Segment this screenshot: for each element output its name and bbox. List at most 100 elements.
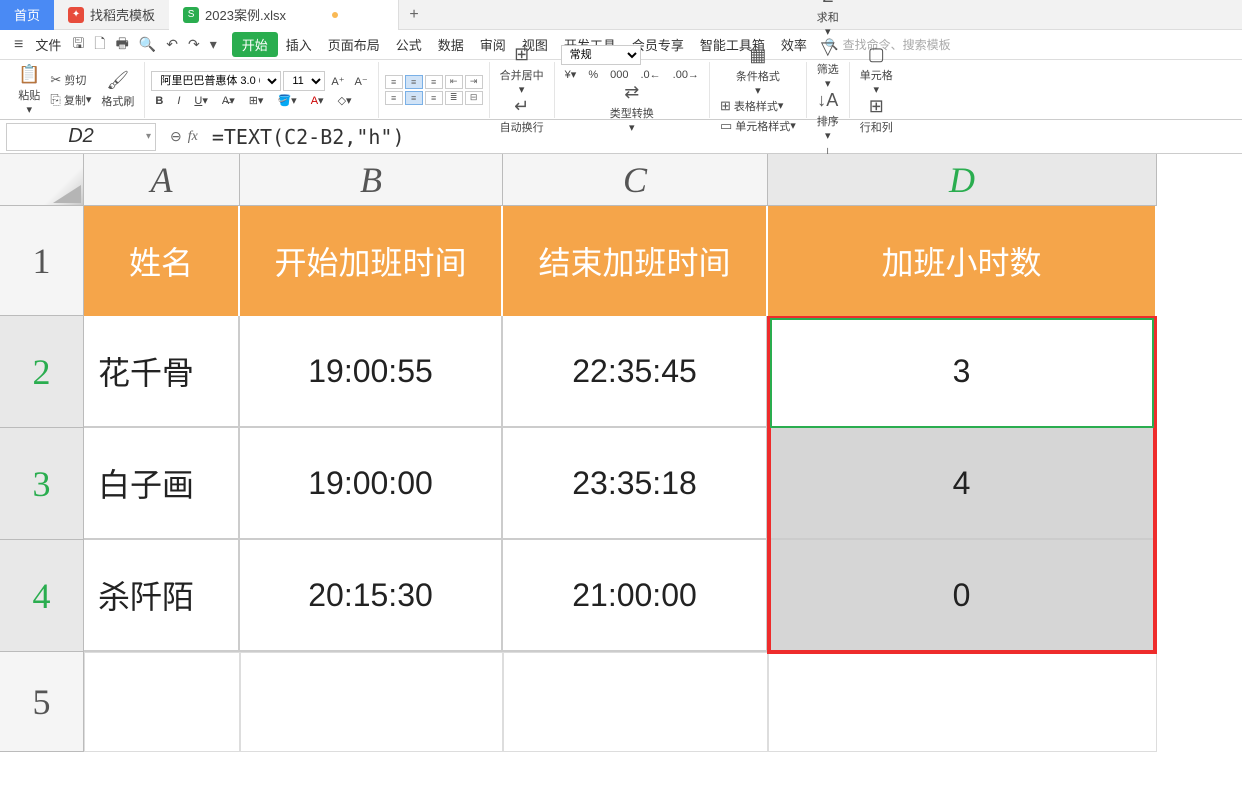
brush-icon: 🖌: [106, 70, 129, 91]
indent-increase[interactable]: ⇥: [465, 75, 483, 89]
tab-current-file[interactable]: S 2023案例.xlsx: [169, 0, 399, 30]
cell-C4[interactable]: 21:00:00: [503, 540, 768, 652]
align-center[interactable]: ≡: [405, 91, 423, 105]
cell-D2[interactable]: 3: [768, 316, 1157, 428]
filter-button[interactable]: ▽筛选▾: [813, 38, 843, 90]
row-header-1[interactable]: 1: [0, 206, 84, 316]
menu-data[interactable]: 数据: [430, 35, 472, 54]
font-grow-icon[interactable]: A⁺: [327, 74, 348, 89]
tab-home[interactable]: 首页: [0, 0, 54, 30]
table-style-button[interactable]: ⊞表格样式▾: [716, 97, 800, 115]
row-header-4[interactable]: 4: [0, 540, 84, 652]
decimal-dec-icon[interactable]: .00→: [669, 68, 703, 82]
align-top-center[interactable]: ≡: [405, 75, 423, 89]
align-top-left[interactable]: ≡: [385, 75, 403, 89]
select-all-corner[interactable]: [0, 154, 84, 206]
menu-page-layout[interactable]: 页面布局: [320, 35, 388, 54]
cancel-icon[interactable]: ⊖: [170, 128, 182, 145]
cell-D3[interactable]: 4: [768, 428, 1157, 540]
undo-icon[interactable]: ↶: [161, 36, 183, 53]
cell-B5[interactable]: [240, 652, 503, 752]
dropdown-icon[interactable]: ▾: [205, 36, 222, 53]
menu-start[interactable]: 开始: [232, 32, 278, 57]
unsaved-dot-icon: [332, 12, 338, 18]
cell-ops-button[interactable]: ▢单元格▾: [856, 44, 897, 96]
cell-D5[interactable]: [768, 652, 1157, 752]
cell-B1[interactable]: 开始加班时间: [240, 206, 503, 316]
menu-formula[interactable]: 公式: [388, 35, 430, 54]
print-icon[interactable]: 🖶: [111, 33, 134, 57]
fill-color-button[interactable]: 🪣▾: [273, 93, 300, 108]
cell-B3[interactable]: 19:00:00: [240, 428, 503, 540]
cell-A5[interactable]: [84, 652, 240, 752]
indent-decrease[interactable]: ⇤: [445, 75, 463, 89]
save-as-icon[interactable]: 🗋: [89, 33, 110, 57]
font-name-select[interactable]: 阿里巴巴普惠体 3.0 65: [151, 71, 281, 91]
font-shrink-icon[interactable]: A⁻: [351, 74, 372, 89]
decimal-inc-icon[interactable]: .0←: [636, 68, 664, 82]
cell-C2[interactable]: 22:35:45: [503, 316, 768, 428]
cell-A4[interactable]: 杀阡陌: [84, 540, 240, 652]
row-col-icon: ⊞: [869, 96, 884, 117]
cell-B2[interactable]: 19:00:55: [240, 316, 503, 428]
font-color-button[interactable]: A▾: [307, 93, 328, 108]
border-button[interactable]: ⊞▾: [245, 93, 268, 108]
align-top-right[interactable]: ≡: [425, 75, 443, 89]
cell-C3[interactable]: 23:35:18: [503, 428, 768, 540]
redo-icon[interactable]: ↷: [183, 36, 205, 53]
formula-input[interactable]: =TEXT(C2-B2,"h"): [206, 123, 1242, 151]
cell-C1[interactable]: 结束加班时间: [503, 206, 768, 316]
number-format-select[interactable]: 常规: [561, 45, 641, 65]
row-header-2[interactable]: 2: [0, 316, 84, 428]
cond-format-button[interactable]: ▦条件格式▾: [732, 45, 784, 97]
col-header-C[interactable]: C: [503, 154, 768, 206]
clipboard-group: 📋粘贴▾ ✂剪切 ⎘复制▾ 🖌格式刷: [8, 62, 145, 118]
menu-icon[interactable]: ≡: [8, 36, 29, 54]
row-header-3[interactable]: 3: [0, 428, 84, 540]
col-header-B[interactable]: B: [240, 154, 503, 206]
align-right[interactable]: ≡: [425, 91, 443, 105]
merge-button[interactable]: ⊞合并居中▾: [496, 44, 548, 96]
tab-templates[interactable]: ✦ 找稻壳模板: [54, 0, 169, 30]
currency-icon[interactable]: ¥▾: [561, 67, 581, 82]
sum-button[interactable]: Σ求和▾: [813, 0, 843, 38]
align-left[interactable]: ≡: [385, 91, 403, 105]
format-painter-button[interactable]: 🖌格式刷: [97, 70, 138, 109]
fx-icon[interactable]: fx: [188, 129, 198, 145]
italic-button[interactable]: I: [173, 94, 184, 108]
menu-insert[interactable]: 插入: [278, 35, 320, 54]
font-group: 阿里巴巴普惠体 3.0 65 11 A⁺ A⁻ B I U▾ A̶▾ ⊞▾ 🪣▾…: [145, 62, 378, 118]
clear-format-button[interactable]: ◇▾: [334, 93, 356, 108]
add-tab-button[interactable]: +: [399, 6, 429, 24]
percent-icon[interactable]: %: [584, 68, 602, 82]
align-justify[interactable]: ≣: [445, 91, 463, 105]
strikethrough-button[interactable]: A̶▾: [218, 93, 239, 108]
file-menu[interactable]: 文件: [29, 35, 67, 54]
cell-D1[interactable]: 加班小时数: [768, 206, 1157, 316]
ribbon-toolbar: 📋粘贴▾ ✂剪切 ⎘复制▾ 🖌格式刷 阿里巴巴普惠体 3.0 65 11 A⁺ …: [0, 60, 1242, 120]
cell-C5[interactable]: [503, 652, 768, 752]
col-header-D[interactable]: D: [768, 154, 1157, 206]
cut-button[interactable]: ✂剪切: [46, 71, 95, 89]
paste-button[interactable]: 📋粘贴▾: [14, 64, 44, 116]
copy-button[interactable]: ⎘复制▾: [46, 91, 95, 109]
tab-label: 找稻壳模板: [90, 5, 155, 24]
save-icon[interactable]: 🖫: [67, 33, 89, 57]
cell-A2[interactable]: 花千骨: [84, 316, 240, 428]
font-size-select[interactable]: 11: [283, 71, 325, 91]
orientation[interactable]: ⊟: [465, 91, 483, 105]
col-header-A[interactable]: A: [84, 154, 240, 206]
preview-icon[interactable]: 🔍: [134, 36, 161, 53]
comma-icon[interactable]: 000: [606, 68, 632, 82]
row-header-5[interactable]: 5: [0, 652, 84, 752]
bold-button[interactable]: B: [151, 94, 167, 108]
cell-A3[interactable]: 白子画: [84, 428, 240, 540]
underline-button[interactable]: U▾: [190, 93, 211, 108]
name-box[interactable]: D2 ▾: [6, 123, 156, 151]
merge-group: ⊞合并居中▾ ↵自动换行: [490, 62, 555, 118]
cell-D4[interactable]: 0: [768, 540, 1157, 652]
cell-A1[interactable]: 姓名: [84, 206, 240, 316]
filter-icon: ▽: [821, 38, 835, 59]
name-box-dropdown-icon[interactable]: ▾: [146, 131, 151, 142]
cell-B4[interactable]: 20:15:30: [240, 540, 503, 652]
